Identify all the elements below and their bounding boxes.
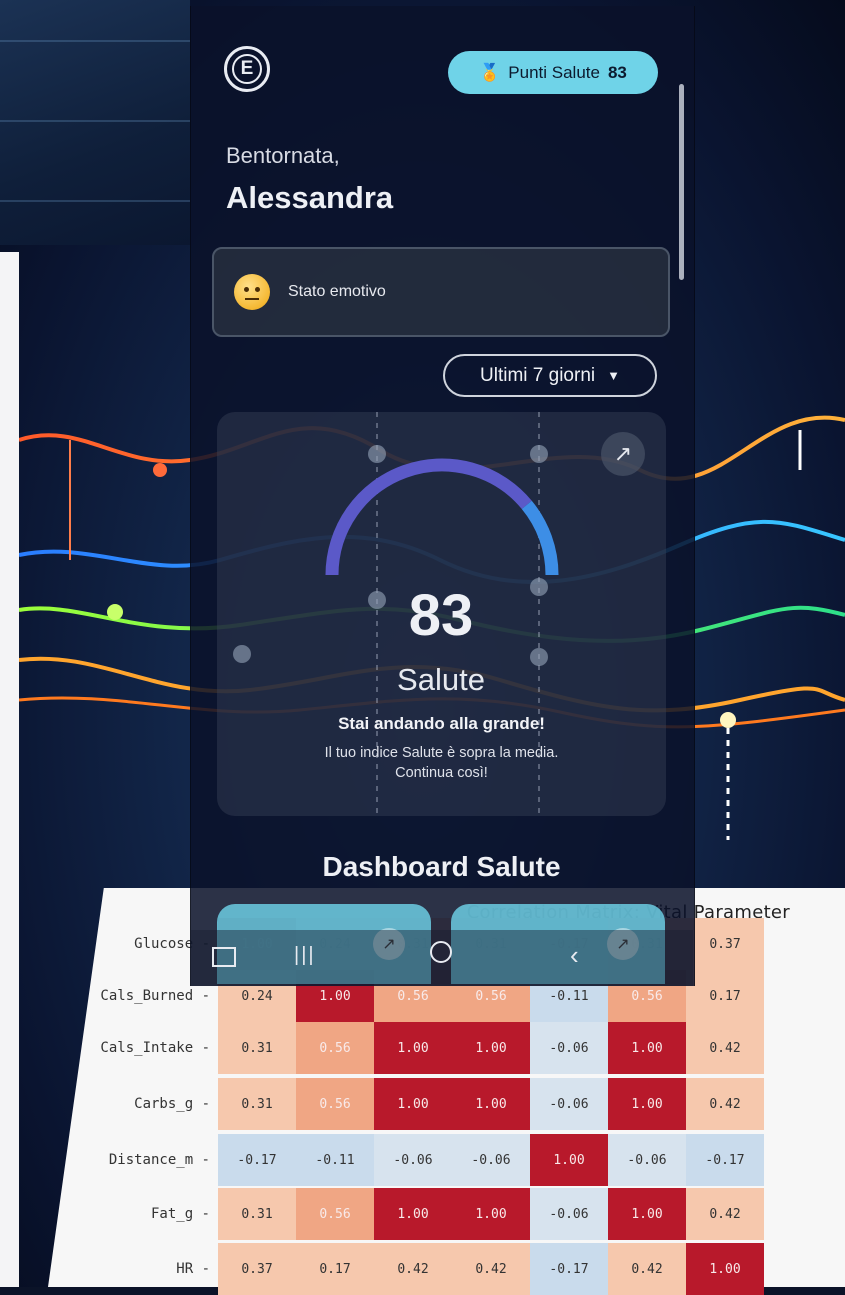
heatmap-cell: 0.56 xyxy=(296,1078,374,1130)
medal-icon: 🏅 xyxy=(479,62,501,82)
recent-apps-icon[interactable]: ||| xyxy=(294,944,316,967)
heatmap-cell: -0.06 xyxy=(530,1078,608,1130)
points-label: Punti Salute xyxy=(508,62,600,82)
scrollbar[interactable] xyxy=(679,84,684,280)
heatmap-cell: 0.31 xyxy=(218,1078,296,1130)
heatmap-cell: 1.00 xyxy=(374,1078,452,1130)
heatmap-cell: 0.17 xyxy=(686,970,764,1022)
heatmap-cell: 1.00 xyxy=(374,1022,452,1074)
app-logo[interactable]: E xyxy=(224,46,270,92)
chevron-down-icon: ▼ xyxy=(607,368,620,383)
background-edge xyxy=(0,252,19,1287)
period-select[interactable]: Ultimi 7 giorni ▼ xyxy=(443,354,657,397)
health-message: Stai andando alla grande! xyxy=(338,714,545,733)
arrow-up-right-icon[interactable]: ↗ xyxy=(601,432,645,476)
heatmap-cell: -0.06 xyxy=(530,1188,608,1240)
heatmap-cell: 1.00 xyxy=(452,1078,530,1130)
heatmap-cell: 0.42 xyxy=(608,1243,686,1295)
heatmap-cell: -0.06 xyxy=(608,1134,686,1186)
heatmap-row-label: HR - xyxy=(176,1261,210,1277)
heatmap-cell: 1.00 xyxy=(686,1243,764,1295)
heatmap-row-label: Carbs_g - xyxy=(134,1096,210,1112)
heatmap-cell: 0.42 xyxy=(452,1243,530,1295)
period-value: Ultimi 7 giorni xyxy=(480,364,596,386)
heatmap-row-label: Distance_m - xyxy=(108,1152,210,1168)
health-score-label: Salute xyxy=(397,662,485,697)
heatmap-cell: 0.17 xyxy=(296,1243,374,1295)
heatmap-cell: -0.06 xyxy=(374,1134,452,1186)
mood-label: Stato emotivo xyxy=(288,283,386,300)
greeting-line: Bentornata, xyxy=(226,143,340,168)
back-icon[interactable]: ‹ xyxy=(570,940,579,971)
heatmap-cell: -0.17 xyxy=(686,1134,764,1186)
heatmap-cell: 0.31 xyxy=(218,1188,296,1240)
heatmap-cell: 0.56 xyxy=(296,1188,374,1240)
sub-message-line: Continua così! xyxy=(395,765,488,781)
heatmap-cell: 0.37 xyxy=(686,918,764,970)
heatmap-cell: 0.37 xyxy=(218,1243,296,1295)
heatmap-cell: 1.00 xyxy=(608,1188,686,1240)
health-gauge xyxy=(325,458,559,576)
home-icon[interactable] xyxy=(430,941,452,963)
heatmap-cell: -0.06 xyxy=(530,1022,608,1074)
health-score: 83 xyxy=(408,583,474,648)
heatmap-cell: 1.00 xyxy=(608,1022,686,1074)
neutral-face-icon xyxy=(234,274,270,310)
sub-message-line: Il tuo indice Salute è sopra la media. xyxy=(324,745,559,761)
heatmap-row-label: Cals_Intake - xyxy=(100,1040,210,1056)
heatmap-row-label: Fat_g - xyxy=(150,1206,210,1222)
mood-card[interactable]: Stato emotivo xyxy=(212,247,670,337)
heatmap-cell: -0.17 xyxy=(218,1134,296,1186)
heatmap-cell: 0.42 xyxy=(686,1078,764,1130)
heatmap-cell: -0.06 xyxy=(452,1134,530,1186)
heatmap-cell: 0.42 xyxy=(686,1188,764,1240)
heatmap-row-label: Cals_Burned - xyxy=(100,988,210,1004)
heatmap-cell: 0.42 xyxy=(686,1022,764,1074)
heatmap-cell: 1.00 xyxy=(452,1188,530,1240)
heatmap-cell: 1.00 xyxy=(374,1188,452,1240)
user-name: Alessandra xyxy=(226,180,394,215)
heatmap-cell: 0.56 xyxy=(296,1022,374,1074)
heatmap-cell: 1.00 xyxy=(530,1134,608,1186)
health-sub-message: Il tuo indice Salute è sopra la media. C… xyxy=(260,743,623,783)
heatmap-cell: -0.17 xyxy=(530,1243,608,1295)
heatmap-row-label: Glucose - xyxy=(134,936,210,952)
system-nav-bar: ||| ‹ xyxy=(190,930,693,986)
dashboard-title: Dashboard Salute xyxy=(322,851,561,882)
screen-toggle-icon[interactable] xyxy=(212,947,236,967)
heatmap-cell: 1.00 xyxy=(608,1078,686,1130)
points-value: 83 xyxy=(607,62,627,82)
heatmap-cell: -0.11 xyxy=(296,1134,374,1186)
health-points-badge[interactable]: 🏅 Punti Salute 83 xyxy=(448,51,658,94)
heatmap-cell: 0.31 xyxy=(218,1022,296,1074)
logo-letter: E xyxy=(232,54,262,84)
heatmap-cell: 1.00 xyxy=(452,1022,530,1074)
heatmap-cell: 0.42 xyxy=(374,1243,452,1295)
